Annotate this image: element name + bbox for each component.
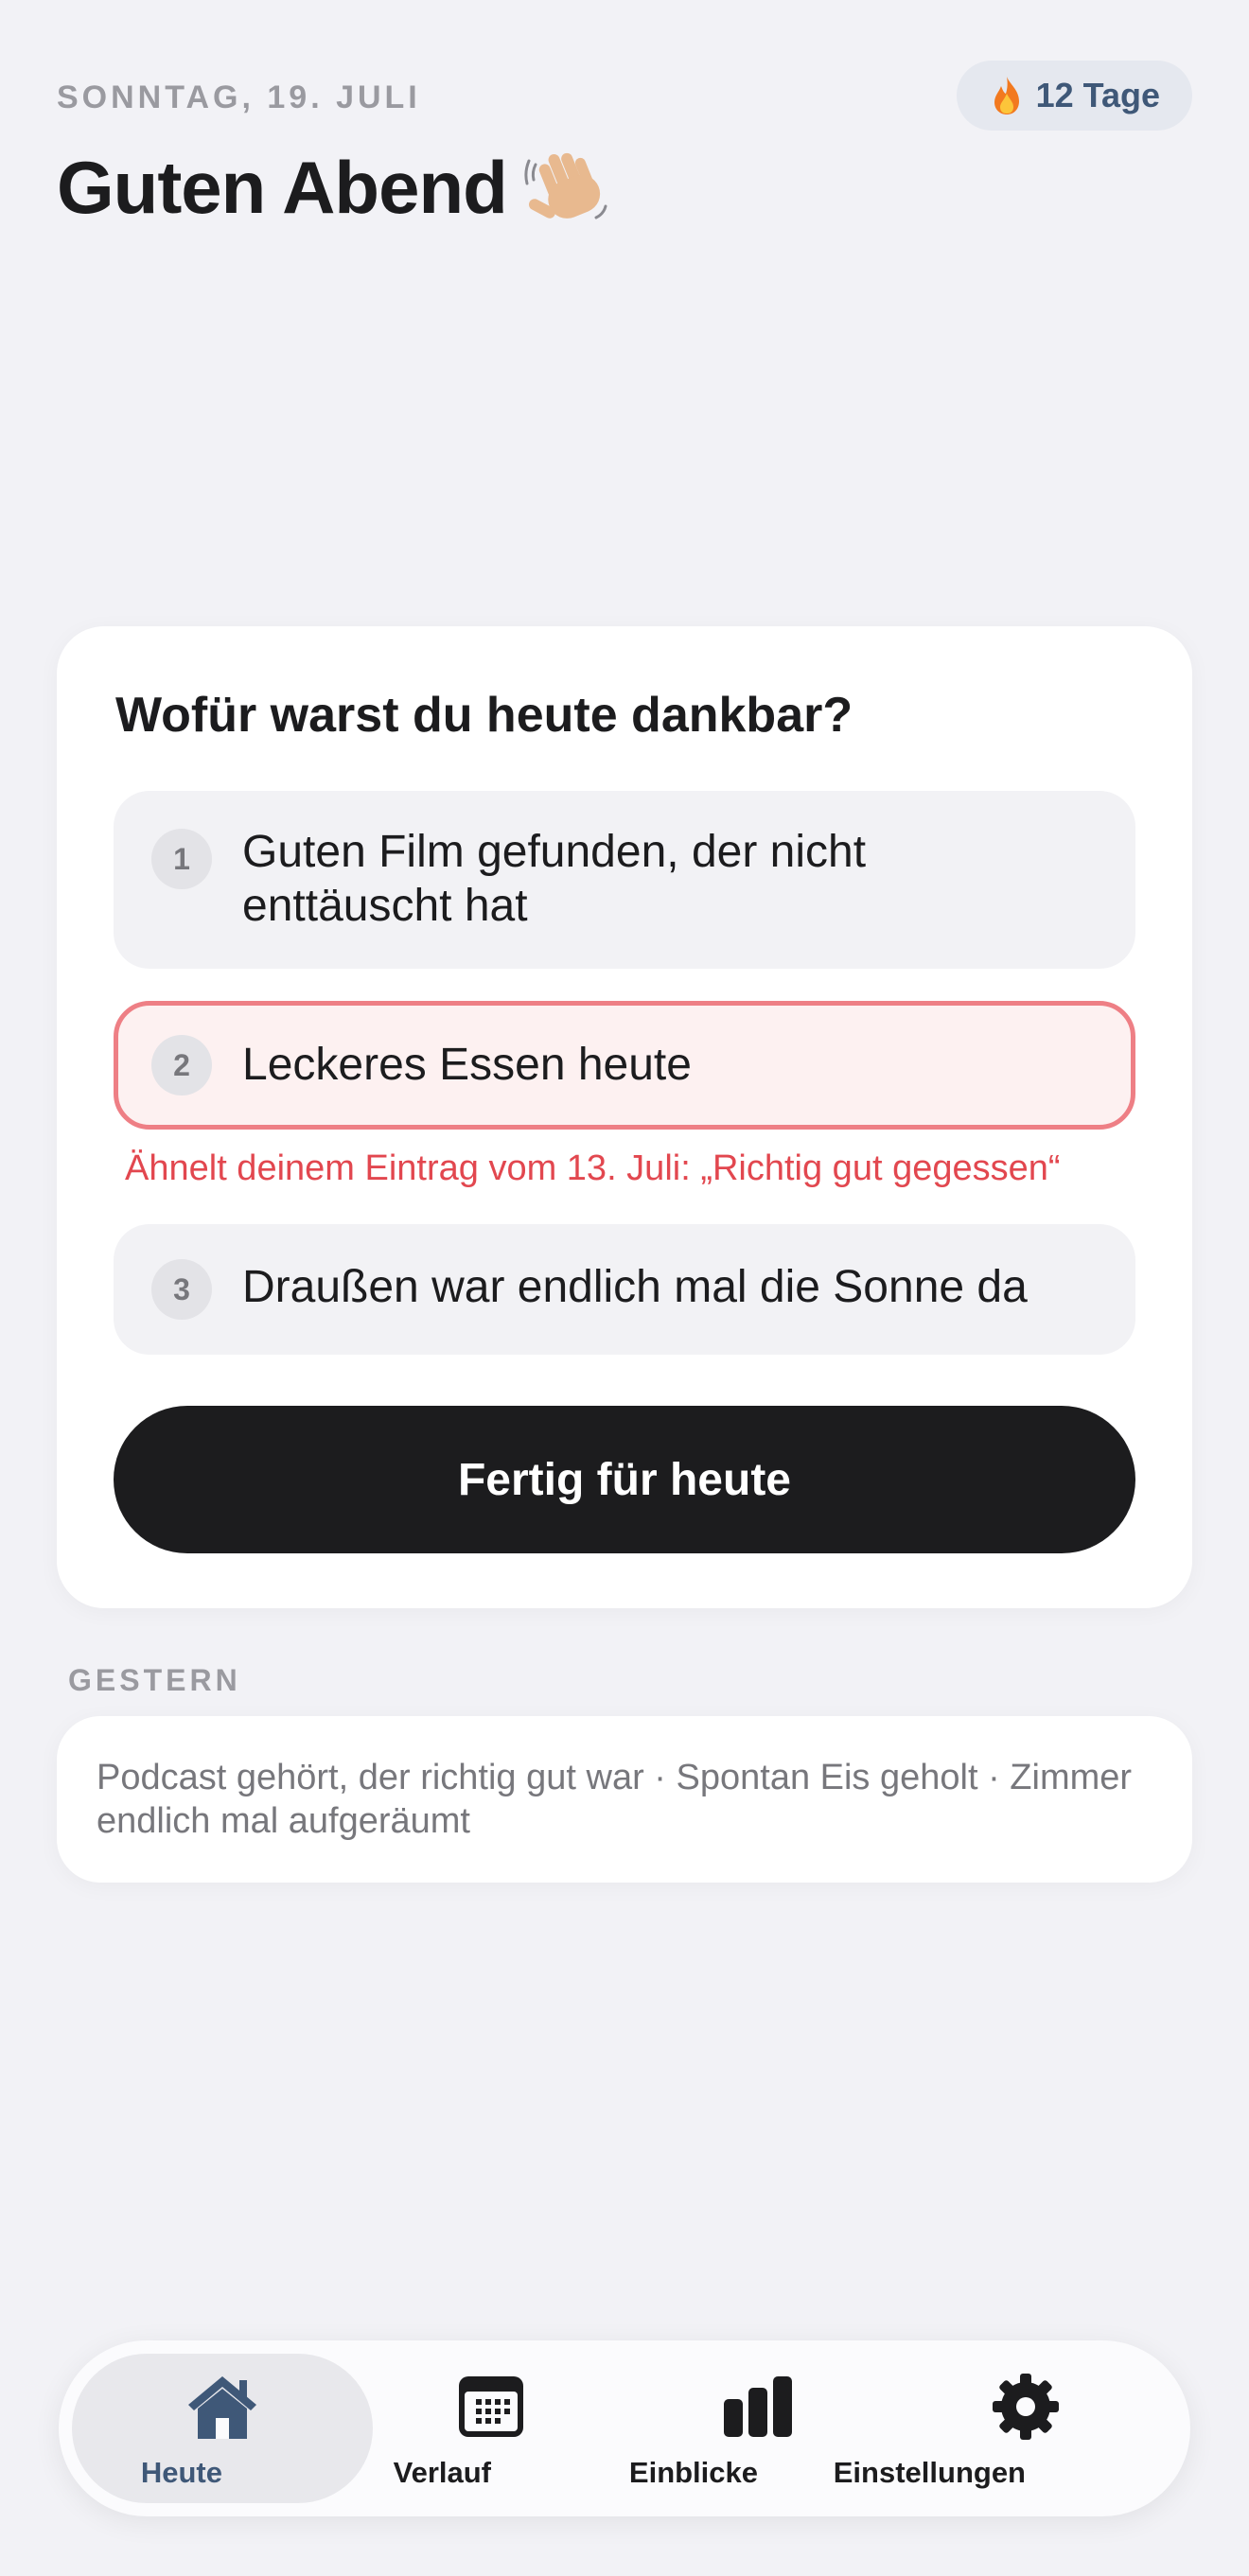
entry-text[interactable]: Draußen war endlich mal die Sonne da [242, 1260, 1079, 1314]
entry-number: 3 [151, 1259, 212, 1320]
entry-number: 2 [151, 1035, 212, 1095]
gratitude-entry-2[interactable]: 2 Leckeres Essen heute [114, 1001, 1135, 1130]
tab-label: Einblicke [628, 2456, 759, 2489]
flame-icon [994, 77, 1019, 114]
gear-icon [993, 2374, 1059, 2440]
tab-bar: Heute Verlauf Einblicke Einstellungen [59, 2340, 1190, 2516]
streak-label: 12 Tage [1035, 76, 1160, 114]
gratitude-question: Wofür warst du heute dankbar? [115, 688, 853, 743]
waving-hand-icon [524, 152, 607, 219]
gratitude-card: Wofür warst du heute dankbar? 1 Guten Fi… [57, 626, 1192, 1608]
greeting-title: Guten Abend [57, 144, 611, 231]
entry-text[interactable]: Guten Film gefunden, der nicht enttäusch… [242, 825, 1079, 933]
today-screen: SONNTAG, 19. JULI 12 Tage Guten Abend Wo… [0, 0, 1249, 2576]
greeting-text: Guten Abend [57, 145, 508, 229]
yesterday-heading: GESTERN [68, 1663, 241, 1697]
tab-label: Einstellungen [833, 2456, 1026, 2489]
done-button[interactable]: Fertig für heute [114, 1406, 1135, 1553]
entry-text[interactable]: Leckeres Essen heute [242, 1038, 1074, 1092]
entry-number: 1 [151, 829, 212, 889]
yesterday-card[interactable]: Podcast gehört, der richtig gut war · Sp… [57, 1716, 1192, 1883]
yesterday-summary: Podcast gehört, der richtig gut war · Sp… [97, 1758, 1133, 1841]
calendar-icon [459, 2376, 523, 2437]
home-icon [188, 2376, 256, 2439]
gratitude-entry-3[interactable]: 3 Draußen war endlich mal die Sonne da [114, 1224, 1135, 1355]
date-label: SONNTAG, 19. JULI [57, 79, 421, 115]
bar-chart-icon [724, 2376, 792, 2437]
duplicate-warning: Ähnelt deinem Eintrag vom 13. Juli: „Ric… [125, 1148, 1061, 1188]
gratitude-entry-1[interactable]: 1 Guten Film gefunden, der nicht enttäus… [114, 791, 1135, 969]
tab-label: Heute [140, 2456, 223, 2489]
streak-badge[interactable]: 12 Tage [956, 61, 1192, 131]
tab-label: Verlauf [393, 2456, 492, 2489]
